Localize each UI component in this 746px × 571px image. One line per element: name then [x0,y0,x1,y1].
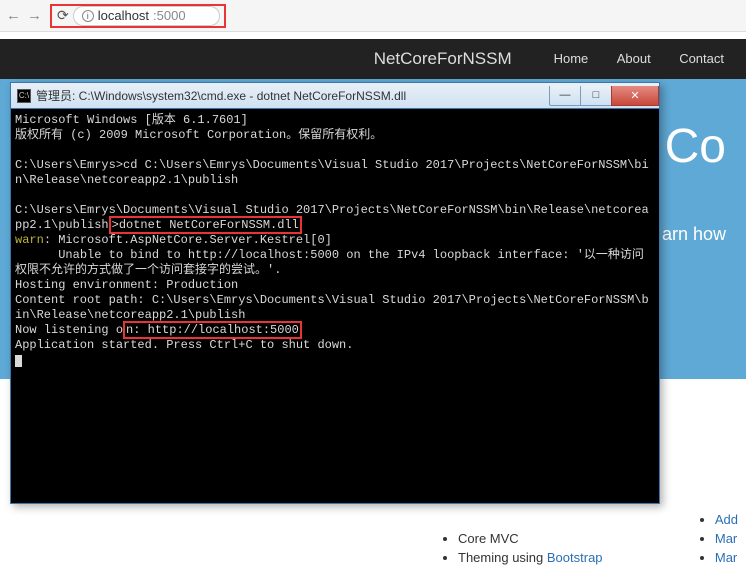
link-bootstrap[interactable]: Bootstrap [547,550,603,565]
line: Application started. Press Ctrl+C to shu… [15,338,353,352]
list-item: Theming using Bootstrap [458,550,603,565]
minimize-button[interactable]: — [549,86,581,106]
hero-sub-fragment: arn how [662,224,726,244]
window-buttons: — □ ✕ [550,86,659,106]
cmd-title: 管理员: C:\Windows\system32\cmd.exe - dotne… [36,87,550,104]
nav-contact[interactable]: Contact [679,51,724,66]
line: 版权所有 (c) 2009 Microsoft Corporation。保留所有… [15,128,382,142]
warn-label: warn [15,233,44,247]
site-info-icon[interactable]: i [82,10,94,22]
line: Hosting environment: Production [15,278,238,292]
cursor [15,355,22,367]
list-item: Mar [715,531,738,546]
line: C:\Users\Emrys>cd C:\Users\Emrys\Documen… [15,158,649,187]
cmd-window[interactable]: C:\ 管理员: C:\Windows\system32\cmd.exe - d… [10,82,660,504]
list-item: Core MVC [458,531,603,546]
nav-home[interactable]: Home [554,51,589,66]
maximize-button[interactable]: □ [580,86,612,106]
line: Microsoft Windows [版本 6.1.7601] [15,113,248,127]
cmd-output[interactable]: Microsoft Windows [版本 6.1.7601] 版权所有 (c)… [11,109,659,503]
site-nav: Home About Contact [542,50,736,68]
text-theming: Theming using [458,550,547,565]
line: Unable to bind to http://localhost:5000 … [15,248,644,277]
line: : Microsoft.AspNetCore.Server.Kestrel[0] [44,233,332,247]
cmd-titlebar[interactable]: C:\ 管理员: C:\Windows\system32\cmd.exe - d… [11,83,659,109]
address-highlight-box: ⟳ i localhost :5000 [50,4,226,28]
list-item: Mar [715,550,738,565]
text-core-mvc: Core MVC [458,531,519,546]
close-button[interactable]: ✕ [611,86,659,106]
highlight-dotnet-cmd: >dotnet NetCoreForNSSM.dll [109,216,302,234]
line: Now listening o [15,323,123,337]
link-mar2[interactable]: Mar [715,550,737,565]
reload-button[interactable]: ⟳ [57,7,69,24]
list-item: Add [715,512,738,527]
site-header: NetCoreForNSSM Home About Contact [0,39,746,79]
hero-title-fragment: Co [665,120,726,173]
nav-about[interactable]: About [617,51,651,66]
line: Content root path: C:\Users\Emrys\Docume… [15,293,649,322]
highlight-listen-url: n: http://localhost:5000 [123,321,302,339]
link-mar1[interactable]: Mar [715,531,737,546]
browser-toolbar: ← → ⟳ i localhost :5000 [0,0,746,32]
url-port: :5000 [153,8,186,23]
url-host: localhost [98,8,149,23]
back-button[interactable]: ← [6,7,21,24]
forward-button[interactable]: → [27,7,42,24]
address-bar[interactable]: i localhost :5000 [73,6,220,26]
cmd-icon: C:\ [17,89,31,103]
link-add[interactable]: Add [715,512,738,527]
site-brand[interactable]: NetCoreForNSSM [374,49,512,69]
nav-arrows: ← → [6,7,42,24]
